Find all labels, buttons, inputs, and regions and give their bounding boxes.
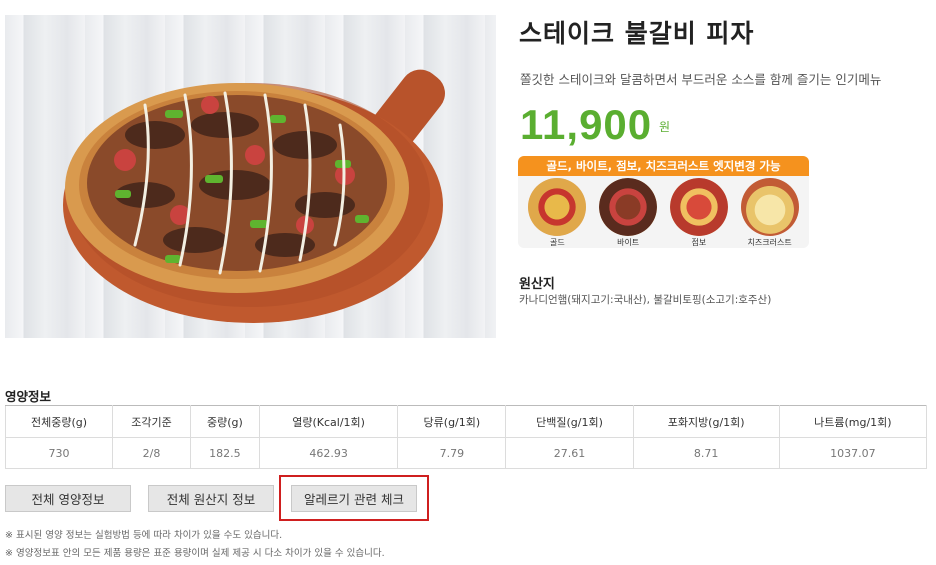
- gold-crust-pizza-icon: [528, 178, 587, 236]
- edge-option-label: 치즈크러스트: [747, 238, 792, 247]
- table-cell: 2/8: [112, 437, 191, 469]
- table-cell: 182.5: [189, 437, 260, 469]
- table-cell: 7.79: [397, 437, 507, 469]
- edge-option-bite: 바이트: [595, 178, 661, 248]
- edge-options-banner: 골드, 바이트, 점보, 치즈크러스트 엣지변경 가능: [518, 156, 809, 176]
- nutrition-table: 전체중량(g) 조각기준 중량(g) 열량(Kcal/1회) 당류(g/1회) …: [4, 405, 928, 469]
- column-header: 열량(Kcal/1회): [258, 405, 399, 438]
- product-image: [5, 15, 496, 338]
- edge-option-cheese-crust: 치즈크러스트: [737, 178, 803, 248]
- column-header: 전체중량(g): [4, 405, 114, 438]
- edge-option-label: 골드: [550, 238, 565, 247]
- edge-option-gold: 골드: [524, 178, 590, 248]
- product-title: 스테이크 불갈비 피자: [519, 19, 755, 48]
- column-header: 중량(g): [189, 405, 260, 438]
- disclaimer-note: ※ 영양정보표 안의 모든 제품 용량은 표준 용량이며 실제 제공 시 다소 …: [5, 548, 385, 559]
- product-price: 11,900: [520, 101, 653, 148]
- column-header: 단백질(g/1회): [505, 405, 634, 438]
- product-description: 쫄깃한 스테이크와 달콤하면서 부드러운 소스를 함께 즐기는 인기메뉴: [520, 72, 882, 87]
- table-header-row: 전체중량(g) 조각기준 중량(g) 열량(Kcal/1회) 당류(g/1회) …: [4, 405, 928, 438]
- jumbo-crust-pizza-icon: [669, 178, 728, 236]
- table-cell: 8.71: [632, 437, 780, 469]
- price-unit: 원: [659, 120, 671, 134]
- column-header: 조각기준: [112, 405, 191, 438]
- pizza-illustration: [63, 69, 445, 323]
- edge-option-label: 점보: [691, 238, 707, 247]
- table-cell: 462.93: [258, 437, 399, 469]
- origin-text: 카나디언햄(돼지고기:국내산), 불갈비토핑(소고기:호주산): [519, 294, 772, 306]
- edge-options-panel: 골드, 바이트, 점보, 치즈크러스트 엣지변경 가능 골드 바이트 점보 치즈…: [518, 156, 809, 248]
- column-header: 포화지방(g/1회): [632, 405, 780, 438]
- edge-option-label: 바이트: [617, 238, 640, 247]
- bite-crust-pizza-icon: [599, 178, 658, 236]
- full-nutrition-button[interactable]: 전체 영양정보: [5, 485, 131, 512]
- origin-title: 원산지: [519, 277, 555, 292]
- cheese-crust-pizza-icon: [740, 178, 799, 236]
- full-origin-button[interactable]: 전체 원산지 정보: [148, 485, 274, 512]
- table-cell: 730: [4, 437, 114, 469]
- column-header: 나트륨(mg/1회): [778, 405, 928, 438]
- table-cell: 27.61: [505, 437, 634, 469]
- nutrition-title: 영양정보: [5, 389, 52, 404]
- disclaimer-note: ※ 표시된 영양 정보는 실험방법 등에 따라 차이가 있을 수도 있습니다.: [5, 530, 283, 541]
- edge-option-jumbo: 점보: [666, 178, 732, 248]
- column-header: 당류(g/1회): [397, 405, 507, 438]
- table-cell: 1037.07: [778, 437, 928, 469]
- allergy-check-button[interactable]: 알레르기 관련 체크: [291, 485, 417, 512]
- table-row: 730 2/8 182.5 462.93 7.79 27.61 8.71 103…: [4, 437, 928, 469]
